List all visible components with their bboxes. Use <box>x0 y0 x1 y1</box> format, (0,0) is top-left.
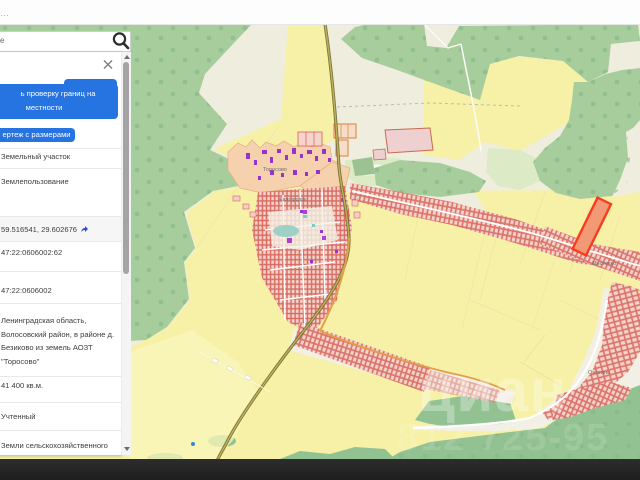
svg-text:Жилгородок: Жилгородок <box>278 197 307 203</box>
svg-text:Торосово: Торосово <box>263 167 287 173</box>
svg-text:Ожогино: Ожогино <box>588 370 610 376</box>
svg-text:циан: циан <box>418 357 567 424</box>
svg-text:812 725-95: 812 725-95 <box>397 417 609 459</box>
svg-text:Местечко: Местечко <box>592 261 616 267</box>
